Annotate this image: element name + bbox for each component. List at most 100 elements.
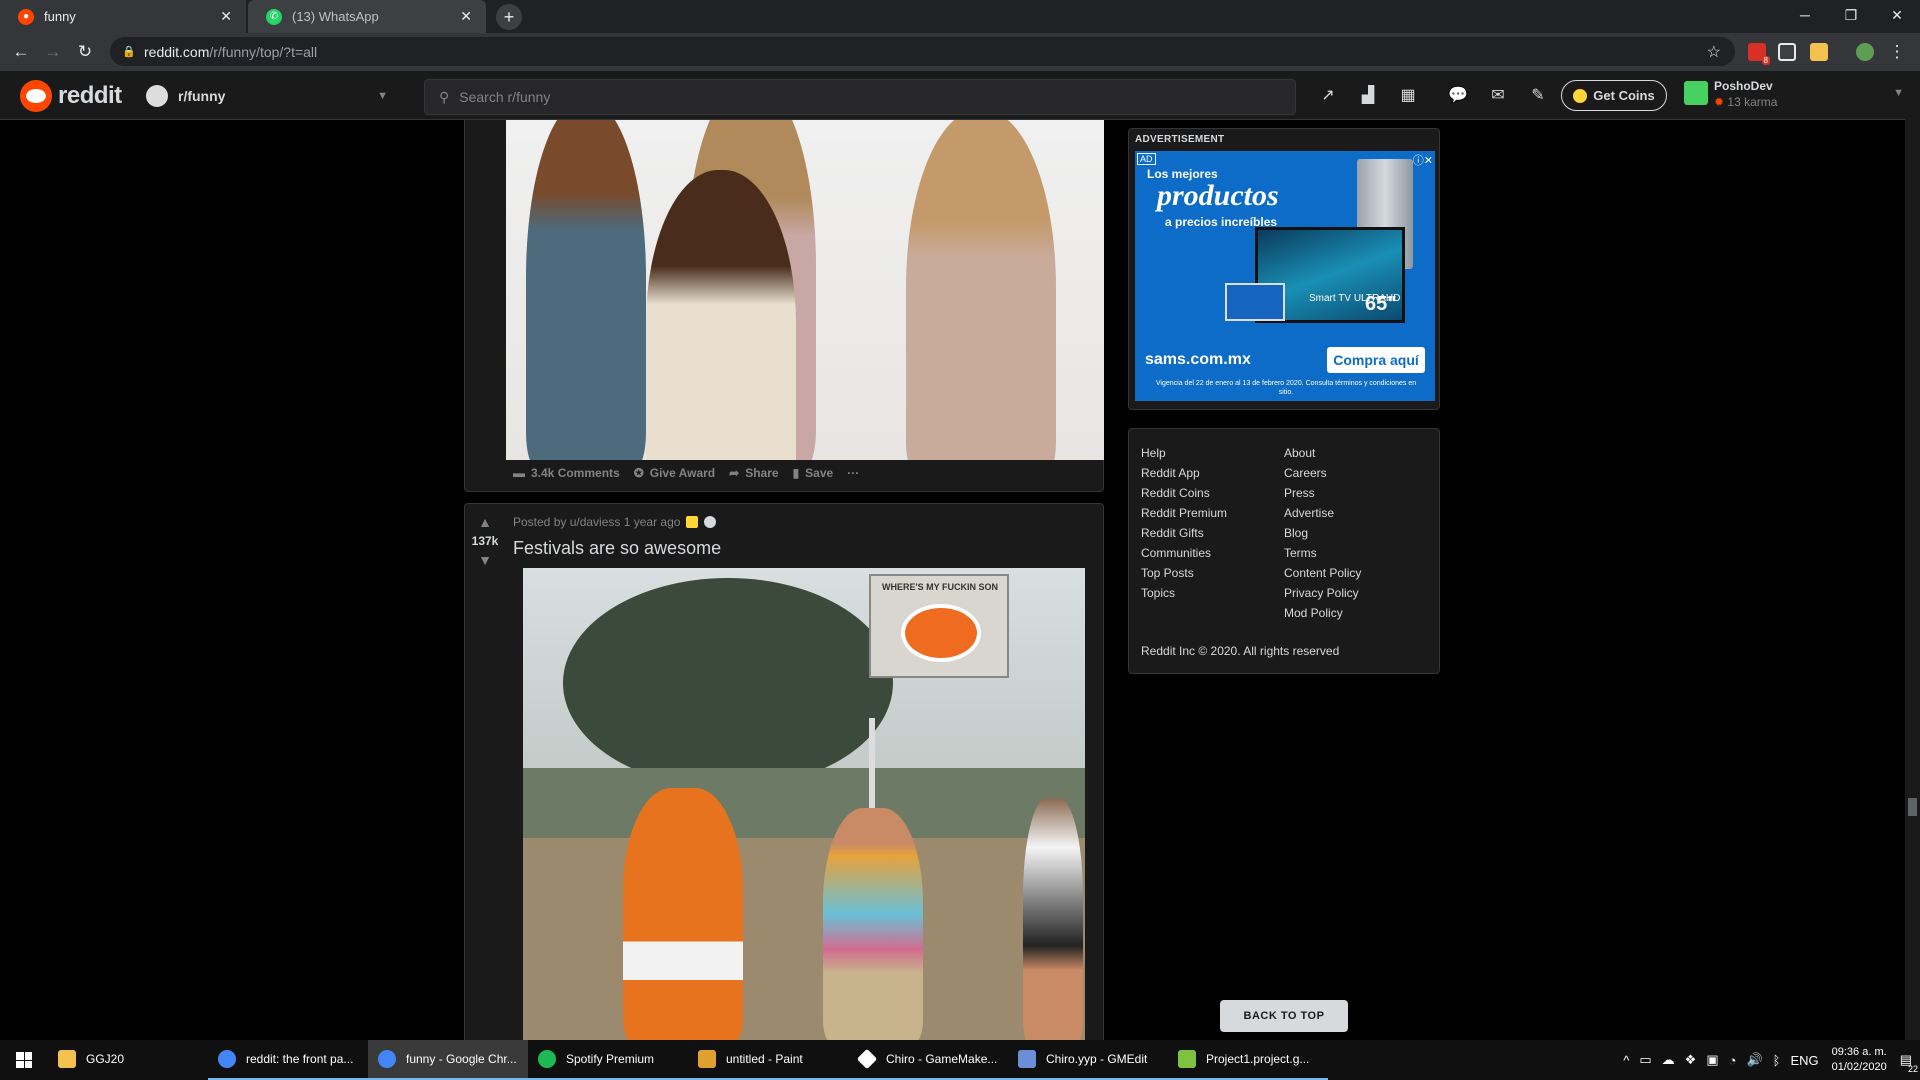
comments-button[interactable]: ▬ 3.4k Comments (513, 466, 620, 480)
footer-link-reddit-coins[interactable]: Reddit Coins (1141, 483, 1227, 503)
reload-icon[interactable]: ↻ (74, 41, 96, 63)
popular-icon[interactable]: ↗ (1318, 85, 1338, 105)
tab-funny[interactable]: ● funny ✕ (0, 0, 246, 33)
minimize-icon[interactable]: ─ (1782, 0, 1828, 30)
sign-board: WHERE'S MY FUCKIN SON (869, 574, 1009, 678)
comments-label: 3.4k Comments (531, 466, 620, 480)
footer-link-advertise[interactable]: Advertise (1284, 503, 1361, 523)
mail-icon[interactable]: ✉ (1488, 85, 1508, 105)
profile-avatar-icon[interactable] (1856, 43, 1874, 61)
close-window-icon[interactable]: ✕ (1874, 0, 1920, 30)
subreddit-selector[interactable]: r/funny ▼ (146, 79, 396, 113)
footer-link-help[interactable]: Help (1141, 443, 1227, 463)
clock[interactable]: 09:36 a. m. 01/02/2020 (1832, 1045, 1887, 1075)
community-icon[interactable]: ▦ (1398, 85, 1418, 105)
notification-center-icon[interactable]: ▤ 22 (1900, 1052, 1918, 1074)
address-bar[interactable]: 🔒 reddit.com/r/funny/top/?t=all ☆ (110, 37, 1735, 66)
back-to-top-button[interactable]: BACK TO TOP (1220, 1000, 1348, 1032)
chat-icon[interactable]: 💬 (1448, 85, 1468, 105)
lock-icon: 🔒 (122, 46, 136, 58)
battery-icon[interactable]: ▭ (1639, 1052, 1651, 1068)
extension-badge: 8 (1761, 56, 1770, 65)
gmail-extension-icon[interactable]: 8 (1748, 43, 1770, 65)
vpn-icon[interactable]: ▣ (1706, 1052, 1718, 1068)
tray-expand-icon[interactable]: ^ (1623, 1053, 1629, 1068)
footer-link-press[interactable]: Press (1284, 483, 1361, 503)
footer-link-reddit-premium[interactable]: Reddit Premium (1141, 503, 1227, 523)
taskbar-item-project1[interactable]: Project1.project.g... (1168, 1040, 1328, 1080)
reddit-wordmark[interactable]: reddit (58, 82, 122, 110)
coin-icon (1573, 88, 1588, 103)
footer-link-about[interactable]: About (1284, 443, 1361, 463)
footer-link-topics[interactable]: Topics (1141, 583, 1227, 603)
scrollbar-thumb[interactable] (1908, 798, 1917, 816)
ad-close-icon[interactable]: ⓘ✕ (1413, 152, 1433, 168)
ad-fine-print: Vigencia del 22 de enero al 13 de febrer… (1155, 380, 1417, 396)
language-indicator[interactable]: ENG (1790, 1053, 1818, 1068)
footer-link-top-posts[interactable]: Top Posts (1141, 563, 1227, 583)
taskbar-item-spotify[interactable]: Spotify Premium (528, 1040, 688, 1080)
close-tab-icon[interactable]: ✕ (220, 8, 232, 25)
dropbox-icon[interactable]: ❖ (1685, 1052, 1697, 1068)
volume-icon[interactable]: 🔊 (1746, 1052, 1762, 1068)
chrome-menu-icon[interactable]: ⋮ (1886, 41, 1908, 63)
give-award-button[interactable]: ✪ Give Award (634, 466, 715, 480)
footer-link-careers[interactable]: Careers (1284, 463, 1361, 483)
user-menu[interactable]: PoshoDev ✹ 13 karma ▼ (1684, 79, 1904, 113)
ad-banner[interactable]: AD ⓘ✕ Los mejores productos a precios in… (1135, 151, 1435, 401)
taskbar-item-gamemaker[interactable]: Chiro - GameMake... (848, 1040, 1008, 1080)
post-card[interactable]: ▬ 3.4k Comments ✪ Give Award ➦ Share ▮ Save … (464, 120, 1104, 492)
page-scrollbar[interactable] (1905, 71, 1920, 1040)
pocket-extension-icon[interactable] (1778, 43, 1796, 61)
wifi-icon[interactable]: ◔ (1729, 1053, 1737, 1068)
post-title[interactable]: Festivals are so awesome (513, 538, 721, 559)
taskbar-item-funny-chrome[interactable]: funny - Google Chr... (368, 1040, 528, 1080)
forward-icon[interactable]: → (42, 41, 64, 63)
get-coins-button[interactable]: Get Coins (1561, 80, 1667, 111)
ad-tag: AD (1137, 153, 1156, 165)
tab-whatsapp[interactable]: ✆ (13) WhatsApp ✕ (248, 0, 486, 33)
taskbar-item-ggj20[interactable]: GGJ20 (48, 1040, 208, 1080)
paint-icon (698, 1050, 716, 1068)
post-image[interactable]: WHERE'S MY FUCKIN SON (523, 568, 1085, 1044)
karma-icon: ✹ (1714, 95, 1725, 109)
footer-link-mod-policy[interactable]: Mod Policy (1284, 603, 1361, 623)
onedrive-icon[interactable]: ☁ (1662, 1052, 1675, 1068)
more-options-button[interactable]: ··· (847, 466, 859, 480)
reddit-logo-icon[interactable] (20, 80, 52, 112)
footer-link-terms[interactable]: Terms (1284, 543, 1361, 563)
stats-icon[interactable]: ▟ (1358, 85, 1378, 105)
downvote-icon[interactable]: ▼ (478, 552, 492, 568)
search-input[interactable]: ⚲ Search r/funny (424, 79, 1296, 115)
footer-link-reddit-app[interactable]: Reddit App (1141, 463, 1227, 483)
restore-icon[interactable]: ❐ (1828, 0, 1874, 30)
ad-cta-button[interactable]: Compra aquí (1327, 347, 1425, 373)
create-post-icon[interactable]: ✎ (1528, 85, 1548, 105)
windows-start-icon[interactable] (0, 1040, 48, 1080)
close-tab-icon[interactable]: ✕ (460, 8, 472, 25)
footer-link-content-policy[interactable]: Content Policy (1284, 563, 1361, 583)
post-image[interactable] (506, 120, 1104, 460)
browser-toolbar: ← → ↻ 🔒 reddit.com/r/funny/top/?t=all ☆ … (0, 33, 1920, 71)
back-icon[interactable]: ← (10, 41, 32, 63)
save-button[interactable]: ▮ Save (793, 466, 834, 480)
footer-link-blog[interactable]: Blog (1284, 523, 1361, 543)
footer-link-reddit-gifts[interactable]: Reddit Gifts (1141, 523, 1227, 543)
bluetooth-icon[interactable]: ᛒ (1773, 1053, 1781, 1068)
post-card[interactable]: ▲ 137k ▼ Posted by u/daviess 1 year ago … (464, 503, 1104, 1044)
upvote-icon[interactable]: ▲ (478, 514, 492, 530)
system-tray: ^ ▭ ☁ ❖ ▣ ◔ 🔊 ᛒ ENG 09:36 a. m. 01/02/20… (1618, 1040, 1920, 1080)
new-tab-button[interactable]: + (496, 4, 522, 30)
footer-link-privacy-policy[interactable]: Privacy Policy (1284, 583, 1361, 603)
taskbar-item-reddit-front-page[interactable]: reddit: the front pa... (208, 1040, 368, 1080)
taskbar-item-gmedit[interactable]: Chiro.yyp - GMEdit (1008, 1040, 1168, 1080)
footer-link-communities[interactable]: Communities (1141, 543, 1227, 563)
karma-count: ✹ 13 karma (1714, 95, 1777, 109)
taskbar-item-paint[interactable]: untitled - Paint (688, 1040, 848, 1080)
bookmark-star-icon[interactable]: ☆ (1707, 42, 1721, 62)
ad-line2: productos (1157, 179, 1279, 212)
share-button[interactable]: ➦ Share (729, 466, 778, 480)
tab-title: (13) WhatsApp (292, 9, 379, 24)
extension-icon[interactable] (1810, 43, 1828, 61)
post-meta: Posted by u/daviess 1 year ago (513, 515, 717, 529)
